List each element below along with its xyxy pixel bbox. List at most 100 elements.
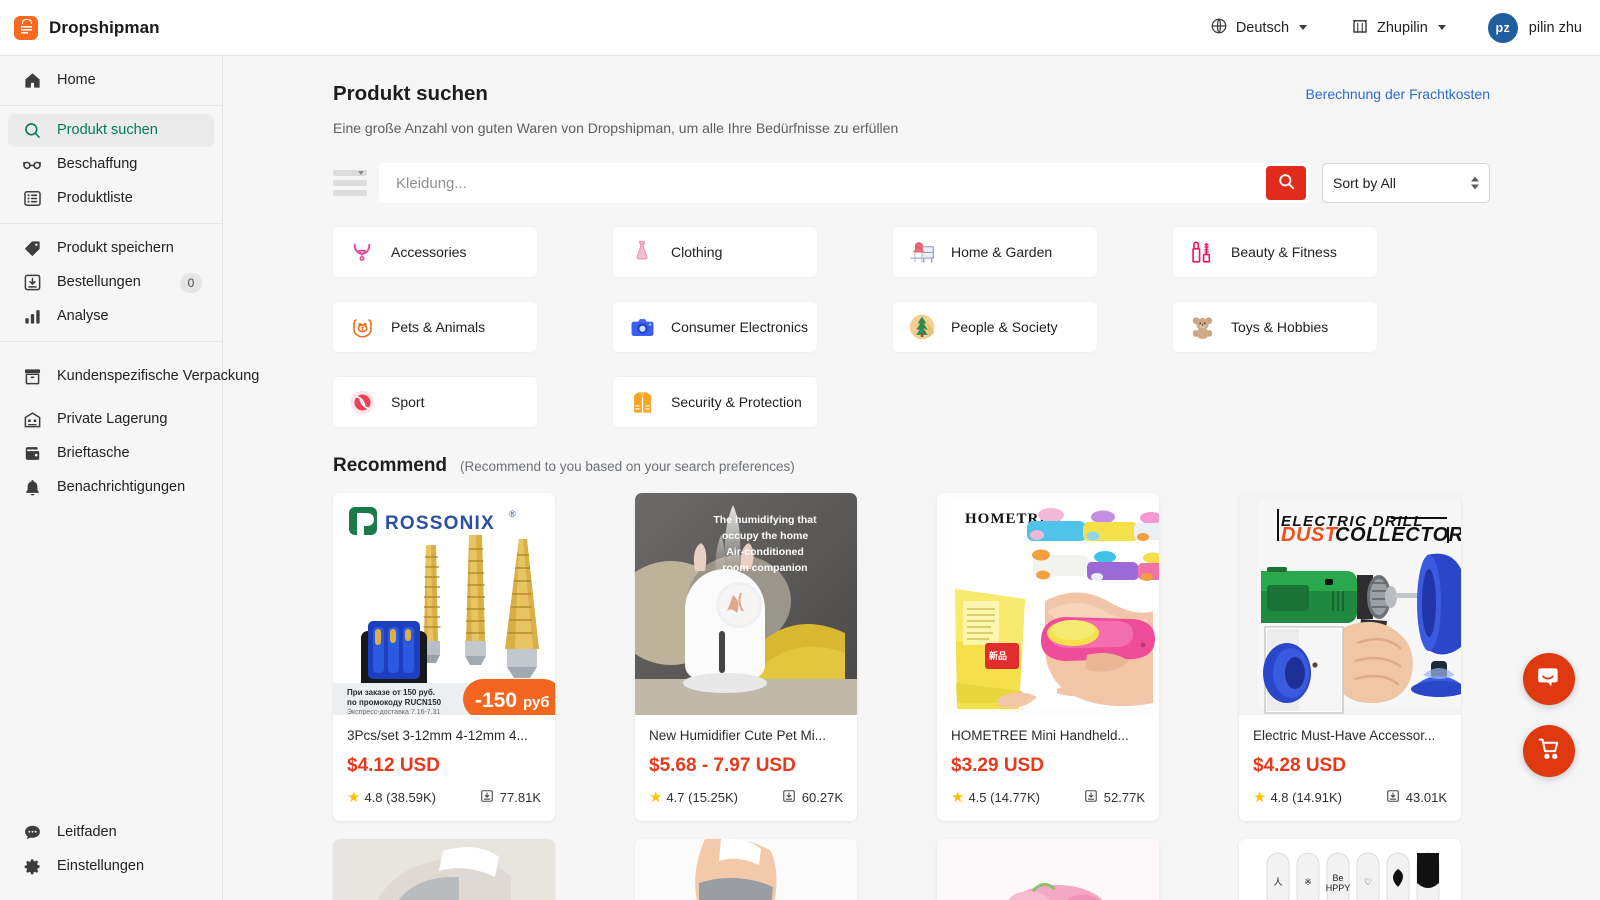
tag-icon xyxy=(22,239,42,259)
product-grid: ROSSONIX ® При заказе от 150 руб. по про… xyxy=(333,493,1490,822)
sidebar-item-label: Produktliste xyxy=(57,190,133,207)
chat-bubble-icon xyxy=(1536,664,1562,695)
sidebar-item-leitfaden[interactable]: Leitfaden xyxy=(8,816,214,849)
category-tile-home-garden[interactable]: Home & Garden xyxy=(893,227,1097,277)
sidebar-item-label: Kundenspezifische Verpackung xyxy=(57,367,260,384)
brand-logo-wrap[interactable]: Dropshipman xyxy=(0,15,160,40)
rating-value: 4.5 (14.77K) xyxy=(968,790,1040,806)
category-tile-consumer-electronics[interactable]: Consumer Electronics xyxy=(613,302,817,352)
sidebar-item-label: Leitfaden xyxy=(57,824,117,841)
sidebar-group-orders: Produkt speichern Bestellungen 0 Analyse xyxy=(0,224,222,342)
product-body: HOMETREE Mini Handheld... $3.29 USD ★ 4.… xyxy=(937,715,1159,821)
top-bar: Dropshipman Deutsch Zhupilin pz pilin zh… xyxy=(0,0,1600,56)
sidebar-item-einstellungen[interactable]: Einstellungen xyxy=(8,850,214,883)
svg-text:※: ※ xyxy=(1304,877,1312,887)
category-label: Security & Protection xyxy=(671,394,802,410)
language-selector[interactable]: Deutsch xyxy=(1188,17,1329,39)
rating-value: 4.7 (15.25K) xyxy=(666,790,738,806)
product-name: Electric Must-Have Accessor... xyxy=(1253,728,1436,743)
category-tile-beauty-fitness[interactable]: Beauty & Fitness xyxy=(1173,227,1377,277)
product-image-partial xyxy=(937,839,1159,900)
user-menu[interactable]: pz pilin zhu xyxy=(1468,12,1582,43)
sidebar-item-label: Analyse xyxy=(57,308,109,325)
category-label: Home & Garden xyxy=(951,244,1053,260)
chat-button[interactable] xyxy=(1523,653,1575,705)
avatar: pz xyxy=(1487,12,1518,43)
gear-icon xyxy=(22,857,42,877)
sidebar-item-produktliste[interactable]: Produktliste xyxy=(8,182,214,215)
product-card[interactable] xyxy=(333,839,555,900)
category-tile-sport[interactable]: Sport xyxy=(333,377,537,427)
svg-text:Air-conditioned: Air-conditioned xyxy=(726,546,804,558)
sidebar-item-produkt-suchen[interactable]: Produkt suchen xyxy=(8,114,214,147)
page-subtitle: Eine große Anzahl von guten Waren von Dr… xyxy=(333,120,899,136)
category-tile-clothing[interactable]: Clothing xyxy=(613,227,817,277)
product-card[interactable]: ELECTRIC DRILL DUST COLLECTOR Electric M… xyxy=(1239,493,1461,822)
product-price: $4.12 USD xyxy=(347,755,440,777)
sidebar-item-benachrichtigungen[interactable]: Benachrichtigungen xyxy=(8,471,214,504)
category-tile-people-society[interactable]: People & Society xyxy=(893,302,1097,352)
product-meta: ★ 4.8 (38.59K) 77.81K xyxy=(347,789,541,806)
category-label: Consumer Electronics xyxy=(671,319,808,335)
product-image-humidifier: The humidifying that occupy the home Air… xyxy=(635,493,857,715)
svg-text:по промокоду RUCN150: по промокоду RUCN150 xyxy=(347,698,442,707)
sidebar-item-bestellungen[interactable]: Bestellungen 0 xyxy=(8,266,214,299)
cart-button[interactable] xyxy=(1523,725,1575,777)
sidebar-item-private-lagerung[interactable]: Private Lagerung xyxy=(8,403,214,436)
orders-value: 43.01K xyxy=(1405,790,1447,806)
sidebar-item-produkt-speichern[interactable]: Produkt speichern xyxy=(8,232,214,265)
product-card[interactable] xyxy=(937,839,1159,900)
sidebar-item-analyse[interactable]: Analyse xyxy=(8,300,214,333)
tree-icon xyxy=(907,312,937,342)
search-input[interactable] xyxy=(380,174,1266,192)
download-icon xyxy=(1084,789,1098,806)
chevron-down-icon xyxy=(1437,25,1446,30)
product-orders: 43.01K xyxy=(1386,789,1447,806)
necklace-icon xyxy=(347,237,377,267)
star-icon: ★ xyxy=(951,789,965,807)
sidebar-item-home[interactable]: Home xyxy=(8,64,214,97)
download-icon xyxy=(782,789,796,806)
category-tile-accessories[interactable]: Accessories xyxy=(333,227,537,277)
product-name: New Humidifier Cute Pet Mi... xyxy=(649,728,827,743)
freight-calculation-link[interactable]: Berechnung der Frachtkosten xyxy=(1306,86,1490,102)
svg-text:-150: -150 xyxy=(475,689,517,712)
sidebar-item-kundenspezifische-verpackung[interactable]: Kundenspezifische Verpackung xyxy=(8,350,259,402)
search-button[interactable] xyxy=(1266,166,1306,200)
sidebar-item-brieftasche[interactable]: Brieftasche xyxy=(8,437,214,470)
product-card[interactable]: The humidifying that occupy the home Air… xyxy=(635,493,857,822)
shopping-cart-icon xyxy=(1537,736,1562,766)
category-label: Beauty & Fitness xyxy=(1231,244,1337,260)
category-filter-icon[interactable] xyxy=(333,165,367,201)
product-card[interactable]: HOMETREE 新品 HOMETREE Mini Handheld... $3… xyxy=(937,493,1159,822)
furniture-icon xyxy=(907,237,937,267)
store-selector[interactable]: Zhupilin xyxy=(1329,17,1468,39)
sidebar-group-main: Home xyxy=(0,56,222,106)
star-icon: ★ xyxy=(347,789,361,807)
product-card[interactable]: ROSSONIX ® При заказе от 150 руб. по про… xyxy=(333,493,555,822)
category-tile-security-protection[interactable]: Security & Protection xyxy=(613,377,817,427)
category-tile-toys-hobbies[interactable]: Toys & Hobbies xyxy=(1173,302,1377,352)
store-icon xyxy=(1351,17,1369,39)
product-image-partial xyxy=(333,839,555,900)
sort-select[interactable]: Sort by All xyxy=(1322,163,1490,203)
category-label: Sport xyxy=(391,394,425,410)
sidebar-bottom-group: Leitfaden Einstellungen xyxy=(0,809,222,900)
top-bar-right: Deutsch Zhupilin pz pilin zhu xyxy=(1188,12,1600,43)
svg-text:Be: Be xyxy=(1332,873,1343,883)
orders-value: 60.27K xyxy=(801,790,843,806)
product-card[interactable]: 人 ※ Be HPPY ♡ xyxy=(1239,839,1461,900)
product-card[interactable] xyxy=(635,839,857,900)
star-icon: ★ xyxy=(649,789,663,807)
svg-text:新品: 新品 xyxy=(989,650,1007,661)
main-content: Produkt suchen Berechnung der Frachtkost… xyxy=(223,56,1600,900)
orders-count-badge: 0 xyxy=(180,272,202,293)
glasses-icon xyxy=(22,155,42,175)
sidebar-item-label: Bestellungen xyxy=(57,274,141,291)
list-icon xyxy=(22,189,42,209)
product-grid-row-2: 人 ※ Be HPPY ♡ xyxy=(333,839,1490,900)
category-label: Clothing xyxy=(671,244,723,260)
sidebar-item-beschaffung[interactable]: Beschaffung xyxy=(8,148,214,181)
category-tile-pets-animals[interactable]: Pets & Animals xyxy=(333,302,537,352)
